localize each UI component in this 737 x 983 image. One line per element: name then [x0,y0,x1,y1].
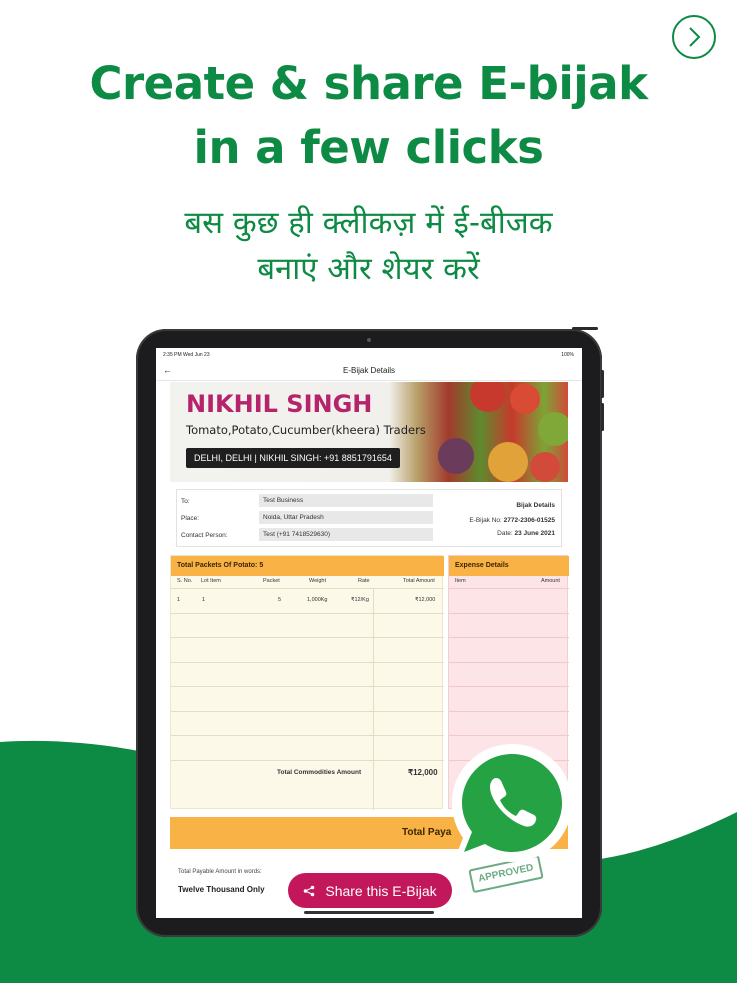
bijak-number: E-Bijak No: 2772-2306-01525 [469,517,555,524]
column-header: S. No. [177,578,193,584]
divider [171,662,444,663]
radish-image [530,452,560,482]
divider [171,637,444,638]
headline-line-1: Create & share E-bijak [89,57,648,110]
divider [449,686,569,687]
expense-table-header: Expense Details [449,556,569,576]
goods-table: Total Packets Of Potato: 5 S. No. Lot It… [170,555,444,810]
to-value: Test Business [259,494,433,507]
divider [449,613,569,614]
bijak-number-value: 2772-2306-01525 [503,517,555,524]
divider [449,588,569,589]
bijak-number-label: E-Bijak No: [469,517,502,524]
contact-label: Contact Person: [181,532,228,539]
divider [171,735,444,736]
status-bar: 2:35 PM Wed Jun 23 100% [156,348,582,360]
divider [449,711,569,712]
divider [171,588,444,589]
subhead-line-2: बनाएं और शेयर करें [257,251,480,287]
place-label: Place: [181,515,200,522]
app-bar-title: E-Bijak Details [342,366,395,375]
headline-line-2: in a few clicks [193,121,544,174]
column-header: Rate [358,578,370,584]
app-bar: ← E-Bijak Details [156,361,582,381]
status-time: 2:35 PM Wed Jun 23 [163,352,210,358]
amount-in-words-value: Twelve Thousand Only [178,885,265,894]
cell-packet: 5 [278,597,282,603]
divider [449,735,569,736]
shop-contact: DELHI, DELHI | NIKHIL SINGH: +91 8851791… [186,448,400,468]
eggplant-image [438,438,474,474]
column-header: Packet [263,578,280,584]
divider [373,588,374,810]
cell-rate: ₹12/Kg [351,597,369,603]
whatsapp-icon[interactable] [444,738,580,872]
share-button-label: Share this E-Bijak [325,882,437,899]
pepper-image [488,442,528,482]
cell-weight: 1,000Kg [307,597,328,603]
divider [449,662,569,663]
hindi-subheading: बस कुछ ही क्लीकज़ में ई-बीजक बनाएं और शे… [0,200,737,292]
divider [171,711,444,712]
power-button [572,327,598,330]
tomato-image [470,382,506,412]
divider [449,637,569,638]
share-icon [304,885,315,896]
battery-level: 100% [561,352,574,358]
subhead-line-1: बस कुछ ही क्लीकज़ में ई-बीजक [184,205,553,241]
share-e-bijak-button[interactable]: Share this E-Bijak [288,873,452,908]
bijak-date: Date: 23 June 2021 [497,530,555,537]
divider [171,613,444,614]
to-label: To: [181,498,190,505]
divider [171,686,444,687]
cell-amount: ₹12,000 [415,597,436,603]
camera [367,338,371,342]
cell-lot: 1 [202,597,206,603]
volume-button [601,403,604,431]
amount-in-words-label: Total Payable Amount in words: [178,869,262,875]
column-header: Total Amount [403,578,435,584]
column-header: Lot Item [201,578,221,584]
headline: Create & share E-bijak in a few clicks [0,52,737,180]
chevron-right-icon [689,27,701,47]
bijak-date-value: 23 June 2021 [514,530,555,537]
home-indicator [304,911,434,914]
party-details: To: Test Business Place: Noida, Uttar Pr… [176,489,562,547]
column-header: Amount [541,578,560,584]
volume-button [601,370,604,398]
total-commodities-value: ₹12,000 [408,768,438,777]
goods-table-header: Total Packets Of Potato: 5 [171,556,444,576]
shop-banner: NIKHIL SINGH Tomato,Potato,Cucumber(khee… [170,382,568,482]
bijak-details-title: Bijak Details [516,502,555,509]
column-header: Item [455,578,466,584]
shop-items: Tomato,Potato,Cucumber(kheera) Traders [186,423,426,437]
cell-sno: 1 [177,597,181,603]
cucumber-image [538,412,568,446]
contact-value: Test (+91 7418529630) [259,528,433,541]
bijak-date-label: Date: [497,530,513,537]
divider [171,760,444,761]
shop-name: NIKHIL SINGH [186,390,373,418]
place-value: Noida, Uttar Pradesh [259,511,433,524]
column-header: Weight [309,578,327,584]
tomato-image [510,384,540,414]
total-commodities-label: Total Commodities Amount [277,769,362,776]
